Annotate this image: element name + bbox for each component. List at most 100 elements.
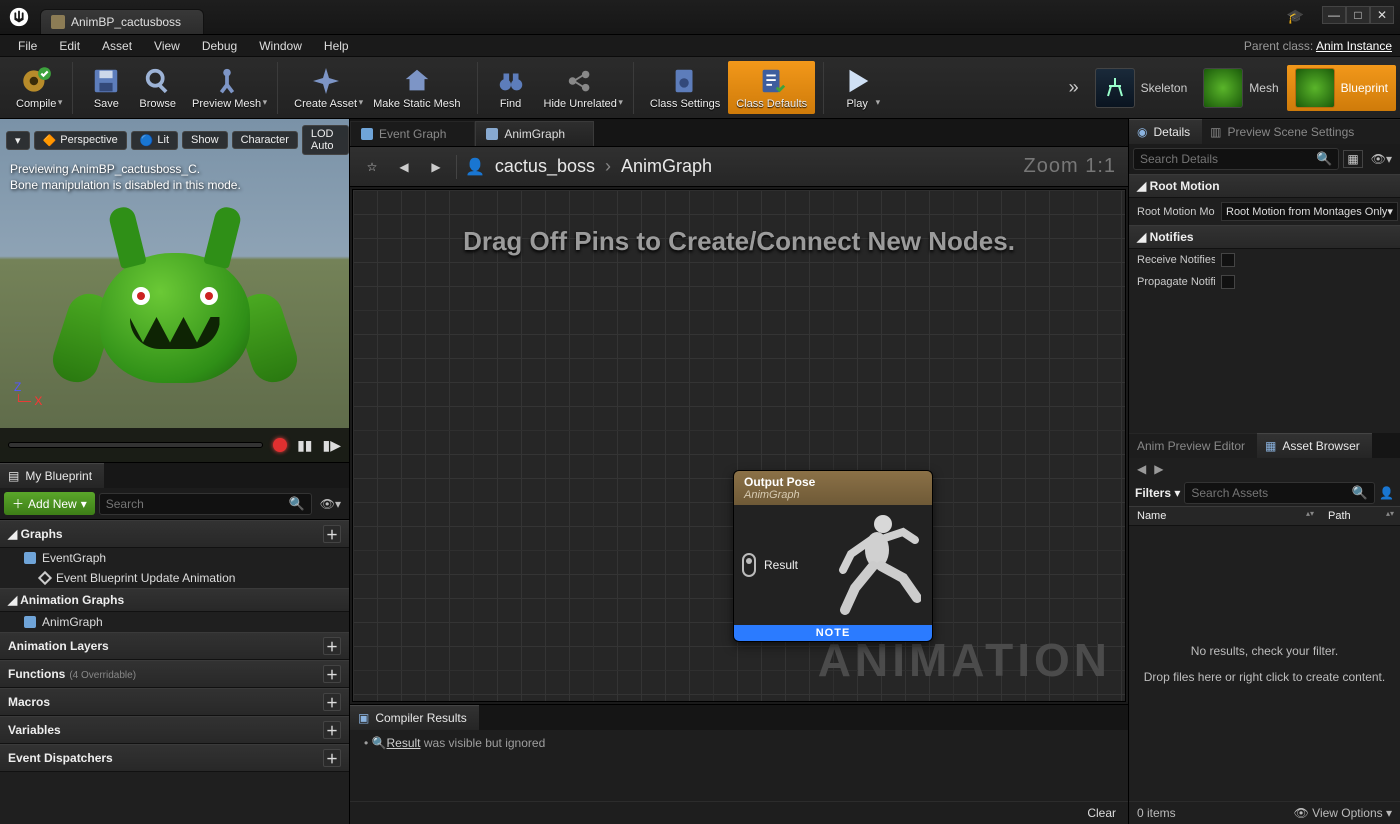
visibility-icon[interactable]: 👁▾ bbox=[1367, 152, 1396, 166]
tab-anim-graph[interactable]: AnimGraph bbox=[475, 121, 594, 146]
compiler-result-link[interactable]: Result bbox=[387, 736, 421, 750]
overflow-chevrons-icon[interactable]: » bbox=[1061, 77, 1087, 98]
compile-button[interactable]: Compile▾ bbox=[8, 61, 64, 114]
menu-debug[interactable]: Debug bbox=[192, 36, 247, 56]
class-settings-button[interactable]: Class Settings bbox=[642, 61, 728, 114]
preview-viewport[interactable]: ▾ 🔶 Perspective 🔵 Lit Show Character LOD… bbox=[0, 119, 349, 463]
cat-graphs[interactable]: ◢ Graphs＋ bbox=[0, 520, 349, 548]
tab-preview-scene[interactable]: ▥Preview Scene Settings bbox=[1202, 119, 1400, 144]
viewport-show-button[interactable]: Show bbox=[182, 131, 228, 149]
make-static-mesh-button[interactable]: Make Static Mesh bbox=[365, 61, 468, 114]
find-button[interactable]: Find bbox=[486, 61, 536, 114]
pose-pin-icon[interactable] bbox=[742, 553, 756, 577]
mode-blueprint[interactable]: Blueprint bbox=[1287, 65, 1396, 111]
tab-event-graph[interactable]: Event Graph bbox=[350, 121, 475, 146]
property-matrix-icon[interactable]: ▦ bbox=[1343, 150, 1362, 168]
checkbox-receive-notifies[interactable] bbox=[1221, 253, 1235, 267]
play-button[interactable]: Play▾ bbox=[832, 61, 882, 114]
add-dispatcher-button[interactable]: ＋ bbox=[323, 749, 341, 767]
breadcrumb-root[interactable]: cactus_boss bbox=[495, 156, 595, 177]
viewport-perspective-button[interactable]: 🔶 Perspective bbox=[34, 131, 127, 150]
chevron-down-icon: ▾ bbox=[1387, 205, 1393, 218]
item-event-update[interactable]: Event Blueprint Update Animation bbox=[0, 568, 349, 588]
add-graph-button[interactable]: ＋ bbox=[323, 525, 341, 543]
menu-view[interactable]: View bbox=[144, 36, 190, 56]
document-tab[interactable]: AnimBP_cactusboss bbox=[40, 9, 204, 34]
tab-asset-browser[interactable]: ▦Asset Browser bbox=[1257, 433, 1372, 458]
save-all-icon[interactable]: 👤 bbox=[1379, 486, 1394, 500]
viewport-lit-button[interactable]: 🔵 Lit bbox=[131, 131, 178, 150]
cat-anim-graphs[interactable]: ◢ Animation Graphs bbox=[0, 588, 349, 612]
item-eventgraph[interactable]: EventGraph bbox=[0, 548, 349, 568]
browse-button[interactable]: Browse bbox=[131, 61, 184, 114]
menu-help[interactable]: Help bbox=[314, 36, 359, 56]
visibility-filter-icon[interactable]: 👁▾ bbox=[316, 497, 345, 511]
mode-mesh[interactable]: Mesh bbox=[1195, 65, 1286, 111]
viewport-options-button[interactable]: ▾ bbox=[6, 131, 30, 150]
asset-search-input[interactable]: 🔍 bbox=[1184, 482, 1375, 504]
asset-fwd-button[interactable]: ▶ bbox=[1154, 462, 1163, 476]
cat-variables[interactable]: Variables＋ bbox=[0, 716, 349, 744]
save-button[interactable]: Save bbox=[81, 61, 131, 114]
hide-unrelated-button[interactable]: Hide Unrelated▾ bbox=[536, 61, 625, 114]
tab-anim-preview-editor[interactable]: Anim Preview Editor bbox=[1129, 433, 1257, 458]
cat-functions[interactable]: Functions(4 Overridable)＋ bbox=[0, 660, 349, 688]
filters-button[interactable]: Filters ▾ bbox=[1135, 486, 1180, 500]
details-search-input[interactable]: 🔍 bbox=[1133, 148, 1339, 170]
menu-edit[interactable]: Edit bbox=[49, 36, 90, 56]
checkbox-propagate-notifies[interactable] bbox=[1221, 275, 1235, 289]
graph-canvas[interactable]: Drag Off Pins to Create/Connect New Node… bbox=[352, 189, 1126, 702]
cat-notifies[interactable]: ◢ Notifies bbox=[1129, 225, 1400, 249]
col-path[interactable]: Path▴▾ bbox=[1320, 507, 1400, 525]
add-animlayer-button[interactable]: ＋ bbox=[323, 637, 341, 655]
graduation-cap-icon[interactable]: 🎓 bbox=[1287, 8, 1304, 25]
add-macro-button[interactable]: ＋ bbox=[323, 693, 341, 711]
timeline-slider[interactable] bbox=[8, 442, 263, 448]
menu-asset[interactable]: Asset bbox=[92, 36, 142, 56]
cat-root-motion[interactable]: ◢ Root Motion bbox=[1129, 174, 1400, 198]
preview-mesh-button[interactable]: Preview Mesh▾ bbox=[184, 61, 269, 114]
details-icon: ◉ bbox=[1137, 125, 1147, 139]
view-options-button[interactable]: 👁 View Options ▾ bbox=[1294, 806, 1392, 820]
menu-window[interactable]: Window bbox=[249, 36, 312, 56]
minimize-button[interactable]: — bbox=[1322, 6, 1346, 24]
nodes-icon bbox=[563, 64, 597, 98]
nav-back-button[interactable]: ◀ bbox=[392, 155, 416, 179]
favorite-star-icon[interactable]: ☆ bbox=[360, 155, 384, 179]
pause-button[interactable]: ▮▮ bbox=[297, 437, 312, 454]
combo-root-mode[interactable]: Root Motion from Montages Only▾ bbox=[1221, 202, 1398, 221]
item-animgraph[interactable]: AnimGraph bbox=[0, 612, 349, 632]
asset-item-count: 0 items bbox=[1137, 806, 1176, 820]
cat-macros[interactable]: Macros＋ bbox=[0, 688, 349, 716]
node-output-pose[interactable]: Output Pose AnimGraph Result bbox=[733, 470, 933, 642]
node-note-badge: NOTE bbox=[734, 625, 932, 641]
menu-file[interactable]: File bbox=[8, 36, 47, 56]
add-variable-button[interactable]: ＋ bbox=[323, 721, 341, 739]
tab-details[interactable]: ◉Details bbox=[1129, 119, 1202, 144]
nav-fwd-button[interactable]: ▶ bbox=[424, 155, 448, 179]
asset-empty-area[interactable]: No results, check your filter. Drop file… bbox=[1129, 526, 1400, 801]
step-button[interactable]: ▮▶ bbox=[323, 437, 341, 454]
add-function-button[interactable]: ＋ bbox=[323, 665, 341, 683]
compiler-clear-button[interactable]: Clear bbox=[1087, 806, 1116, 820]
create-asset-button[interactable]: Create Asset▾ bbox=[286, 61, 365, 114]
maximize-button[interactable]: □ bbox=[1346, 6, 1370, 24]
asset-columns[interactable]: Name▴▾ Path▴▾ bbox=[1129, 506, 1400, 526]
add-new-button[interactable]: ＋ Add New ▾ bbox=[4, 492, 95, 515]
parent-class-link[interactable]: Anim Instance bbox=[1316, 39, 1392, 53]
record-button[interactable] bbox=[273, 438, 287, 452]
viewport-lod-button[interactable]: LOD Auto bbox=[302, 125, 349, 155]
tab-my-blueprint[interactable]: ▤ My Blueprint bbox=[0, 463, 104, 488]
class-defaults-button[interactable]: Class Defaults bbox=[728, 61, 815, 114]
cat-anim-layers[interactable]: Animation Layers＋ bbox=[0, 632, 349, 660]
viewport-character-button[interactable]: Character bbox=[232, 131, 298, 149]
mode-skeleton[interactable]: Skeleton bbox=[1087, 65, 1196, 111]
breadcrumb-leaf[interactable]: AnimGraph bbox=[621, 156, 712, 177]
close-button[interactable]: ✕ bbox=[1370, 6, 1394, 24]
mybp-search-input[interactable]: 🔍 bbox=[99, 493, 312, 515]
asset-back-button[interactable]: ◀ bbox=[1137, 462, 1146, 476]
pin-result-label: Result bbox=[764, 558, 798, 572]
tab-compiler-results[interactable]: ▣ Compiler Results bbox=[350, 705, 479, 730]
col-name[interactable]: Name▴▾ bbox=[1129, 507, 1320, 525]
cat-dispatchers[interactable]: Event Dispatchers＋ bbox=[0, 744, 349, 772]
